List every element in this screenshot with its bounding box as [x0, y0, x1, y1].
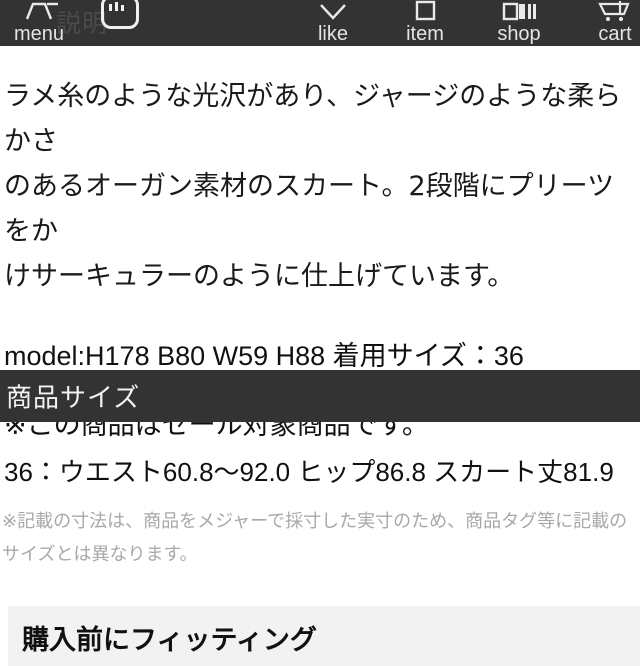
nav-item-label: like: [317, 23, 348, 45]
nav-item-item[interactable]: item: [382, 0, 468, 45]
shopping-cart-icon: [572, 0, 640, 22]
nav-item-shop[interactable]: shop: [476, 0, 562, 45]
size-measurement-line: 36：ウエスト60.8〜92.0 ヒップ86.8 スカート丈81.9: [4, 457, 614, 487]
nav-item-cart[interactable]: cart: [572, 0, 640, 45]
size-disclaimer-line-1: ※記載の寸法は、商品をメジャーで採寸した実寸のため、商品タグ等に記載の: [2, 511, 628, 532]
description-line-1: ラメ糸のような光沢があり、ジャージのような柔らかさ: [4, 81, 622, 157]
brand-logo-icon[interactable]: [101, 0, 139, 29]
hamburger-menu-icon: [0, 0, 82, 22]
nav-item-menu[interactable]: menu: [0, 0, 82, 45]
shop-bars-icon: [476, 0, 562, 22]
description-paragraph: ラメ糸のような光沢があり、ジャージのような柔らかさ のあるオーガン素材のスカート…: [0, 46, 640, 299]
size-disclaimer-note: ※記載の寸法は、商品をメジャーで採寸した実寸のため、商品タグ等に記載の サイズと…: [2, 505, 638, 571]
nav-item-like[interactable]: like: [290, 0, 376, 45]
description-line-2: のあるオーガン素材のスカート。2段階にプリーツをか: [4, 171, 615, 247]
nav-item-label: menu: [13, 23, 65, 45]
size-section-header: 商品サイズ: [0, 370, 640, 422]
size-disclaimer-line-2: サイズとは異なります。: [2, 544, 198, 565]
top-navigation-bar: 説明 menu like item shop cart: [0, 0, 640, 46]
size-section-header-label: 商品サイズ: [6, 383, 141, 414]
chevron-down-icon: [290, 0, 376, 22]
fitting-promo-title: 購入前にフィッティング: [22, 625, 317, 656]
description-line-3: けサーキュラーのように仕上げています。: [4, 261, 515, 292]
fitting-promo-card[interactable]: 購入前にフィッティング: [8, 606, 640, 666]
nav-item-label: shop: [497, 23, 541, 45]
nav-item-label: cart: [598, 23, 632, 45]
nav-item-label: item: [406, 23, 444, 45]
square-outline-icon: [382, 0, 468, 22]
model-measurements-line: model:H178 B80 W59 H88 着用サイズ：36: [4, 341, 524, 371]
logo-bars: [109, 2, 124, 11]
